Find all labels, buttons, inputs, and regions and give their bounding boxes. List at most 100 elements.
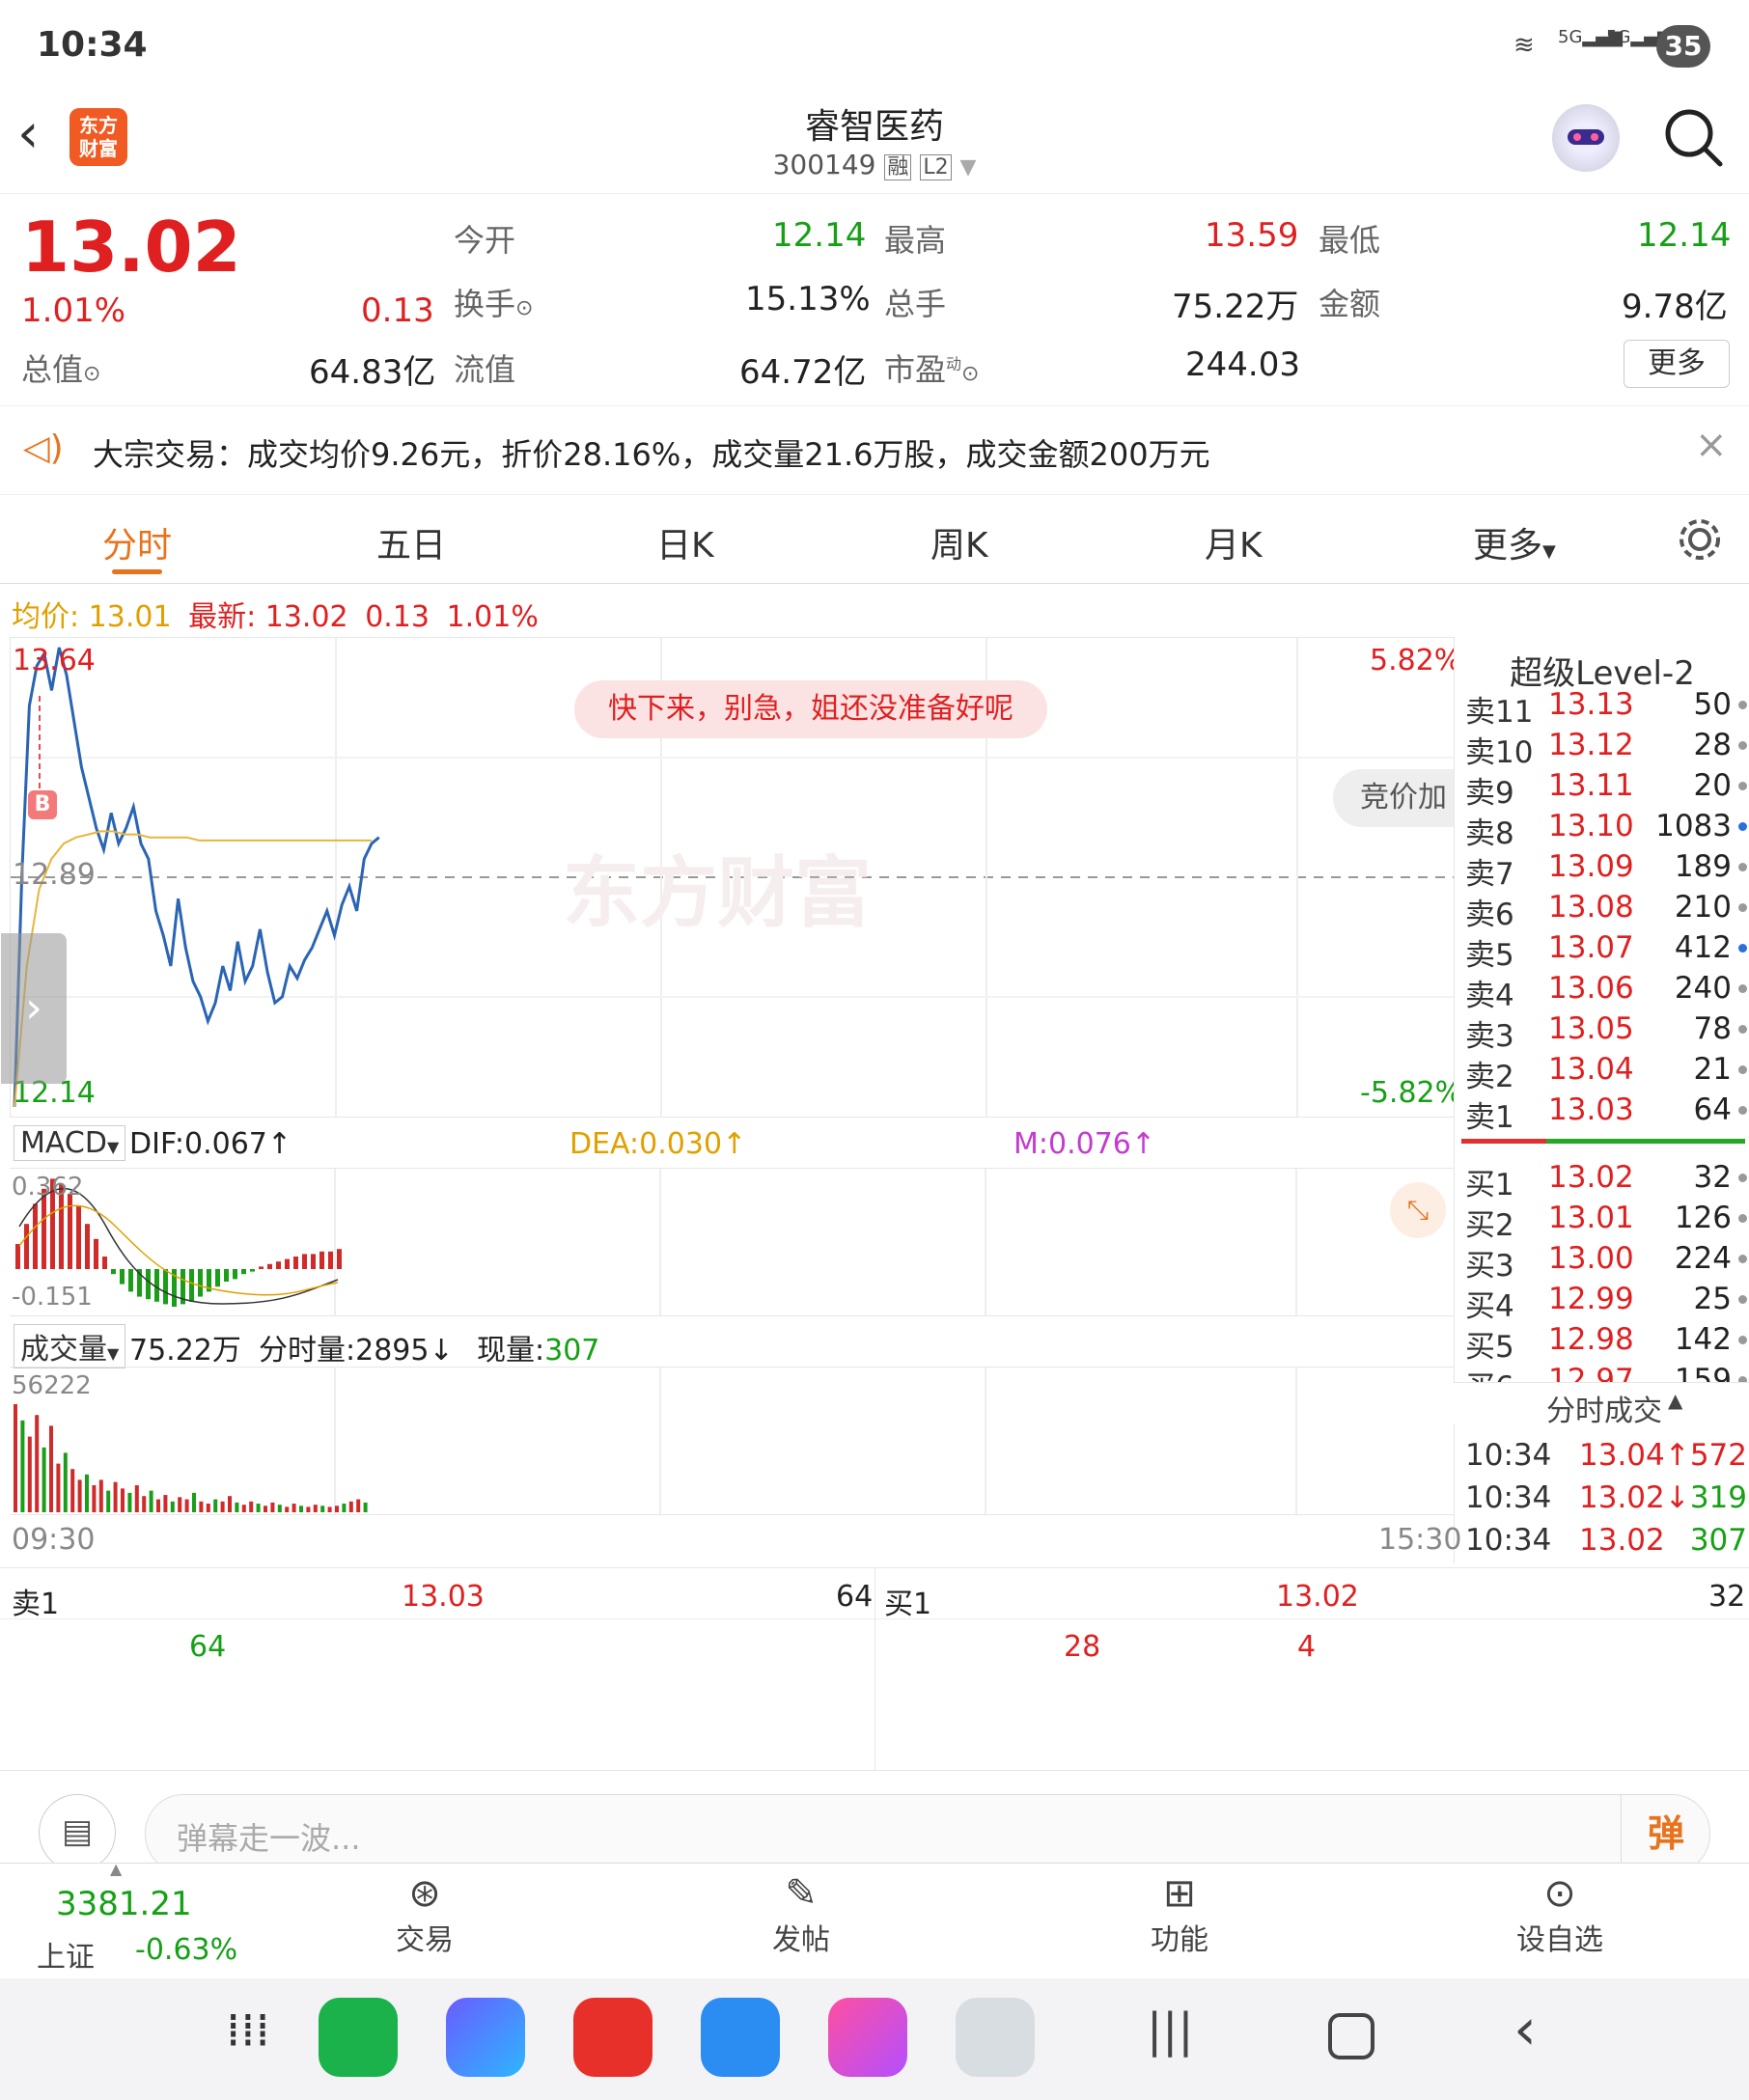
post-button[interactable]: ✎ 发帖 — [753, 1871, 849, 1958]
volume-bar — [270, 1502, 275, 1512]
volume-value: 75.22万 — [1172, 288, 1299, 326]
pe-label[interactable]: 市盈动⊙ — [884, 345, 979, 390]
macd-bar — [146, 1269, 151, 1300]
phone-app-icon[interactable] — [319, 1998, 398, 2077]
macd-bar — [224, 1269, 229, 1282]
latest-value: 13.02 — [264, 600, 348, 634]
browser-app-icon[interactable] — [446, 1998, 525, 2077]
ask-row[interactable]: 卖1 13.03 64 — [1463, 1092, 1749, 1135]
wifi-icon: ≋ — [1513, 31, 1535, 60]
volume-chart-svg — [14, 1368, 1297, 1514]
ask-level: 卖5 — [1465, 938, 1514, 973]
function-button[interactable]: ⊞ 功能 — [1131, 1871, 1228, 1958]
macd-bar — [233, 1269, 237, 1280]
notes-icon[interactable]: ▤ — [39, 1794, 116, 1871]
time-start: 09:30 — [12, 1523, 96, 1557]
settings-gear-icon[interactable] — [1676, 515, 1724, 564]
volume-bar — [256, 1504, 261, 1512]
trades-header[interactable]: 分时成交 ▲ — [1454, 1382, 1749, 1428]
trade-button[interactable]: ⊛ 交易 — [376, 1871, 473, 1958]
time-end: 15:30 — [1378, 1523, 1462, 1557]
gallery-app-icon[interactable] — [828, 1998, 907, 2077]
sell1-label: 卖1 — [12, 1588, 60, 1621]
bid-row[interactable]: 买2 13.01 126 — [1463, 1201, 1749, 1243]
auction-button[interactable]: 竞价加 — [1333, 769, 1455, 827]
trade-label: 交易 — [396, 1923, 454, 1957]
ask-row[interactable]: 卖8 13.10 1083 — [1463, 809, 1749, 851]
danmaku-toggle[interactable]: 弹 — [1621, 1795, 1710, 1872]
bid-row[interactable]: 买1 13.02 32 — [1463, 1160, 1749, 1202]
buy1-price: 13.02 — [1276, 1580, 1359, 1614]
ask-row[interactable]: 卖3 13.05 78 — [1463, 1011, 1749, 1054]
macd-bar — [293, 1257, 298, 1269]
tab-fenshi[interactable]: 分时 — [102, 517, 172, 567]
ask-row[interactable]: 卖4 13.06 240 — [1463, 971, 1749, 1013]
bid-ask-ratio-bar — [1461, 1139, 1745, 1144]
stock-name[interactable]: 睿智医药 — [0, 98, 1749, 149]
camera-app-icon[interactable] — [956, 1998, 1035, 2077]
ask-row[interactable]: 卖2 13.04 21 — [1463, 1052, 1749, 1094]
ask-flag-dot — [1738, 863, 1747, 871]
messages-app-icon[interactable] — [701, 1998, 780, 2077]
index-percent[interactable]: -0.63% — [135, 1933, 237, 1967]
index-value[interactable]: 3381.21 — [56, 1885, 192, 1923]
bid-price: 13.00 — [1548, 1241, 1634, 1276]
volume-bar — [292, 1504, 296, 1512]
volume-chart-area[interactable]: 56222 — [10, 1367, 1454, 1515]
tab-more[interactable]: 更多▼ — [1473, 517, 1556, 567]
add-favorite-button[interactable]: ⊙ 设自选 — [1502, 1871, 1618, 1958]
favorite-label: 设自选 — [1516, 1923, 1603, 1957]
volume-bar — [178, 1497, 182, 1512]
ask-row[interactable]: 卖6 13.08 210 — [1463, 890, 1749, 932]
app-drawer-icon[interactable]: ⁞⁞⁞ — [226, 2003, 270, 2058]
macd-bar — [302, 1254, 307, 1269]
ask-row[interactable]: 卖10 13.12 28 — [1463, 728, 1749, 770]
time-axis: 09:30 15:30 — [10, 1513, 1461, 1567]
expand-side-arrow-icon[interactable]: › — [1, 933, 67, 1084]
float-label: 流值 — [454, 351, 516, 388]
macd-selector[interactable]: MACD▼ — [14, 1125, 126, 1161]
volume-bar — [49, 1425, 53, 1512]
tab-week-k[interactable]: 周K — [930, 517, 988, 567]
recent-apps-icon[interactable]: ||| — [1147, 2003, 1194, 2058]
bid-row[interactable]: 买3 13.00 224 — [1463, 1241, 1749, 1284]
bid-row[interactable]: 买4 12.99 25 — [1463, 1282, 1749, 1324]
macd-bar — [328, 1251, 333, 1269]
stock-code-row[interactable]: 300149 融 L2 ▼ — [0, 149, 1749, 180]
trades-title: 分时成交 — [1546, 1395, 1662, 1428]
close-icon[interactable]: × — [1695, 423, 1728, 467]
ask-row[interactable]: 卖11 13.13 50 — [1463, 687, 1749, 730]
macd-chart-area[interactable]: 0.362 -0.151 ⤡ — [10, 1168, 1454, 1316]
price-chart-area[interactable]: 东方财富 13.64 12.89 12.14 5.82% -5.82% 快下来，… — [1, 637, 1462, 1118]
notice-bar[interactable]: ◁) 大宗交易：成交均价9.26元，折价28.16%，成交量21.6万股，成交金… — [0, 405, 1749, 495]
search-icon[interactable] — [1662, 106, 1726, 170]
index-name[interactable]: 上证 — [37, 1933, 95, 1976]
bid-row[interactable]: 买5 12.98 142 — [1463, 1322, 1749, 1365]
stock-code: 300149 — [772, 149, 876, 180]
buy-marker-badge[interactable]: B — [28, 790, 57, 819]
latest-label: 最新: — [188, 600, 257, 634]
volume-fenshi: 分时量:2895↓ — [259, 1334, 454, 1368]
ask-row[interactable]: 卖9 13.11 20 — [1463, 768, 1749, 811]
notes-app-icon[interactable] — [573, 1998, 652, 2077]
turnover-label[interactable]: 换手⊙ — [454, 280, 533, 324]
back-nav-icon[interactable]: ‹ — [1513, 1996, 1537, 2063]
info-icon: ⊙ — [515, 296, 534, 320]
robot-avatar-icon[interactable] — [1552, 104, 1620, 172]
trade-row: 10:34 13.04↑ 572 — [1463, 1438, 1749, 1478]
ask-row[interactable]: 卖7 13.09 189 — [1463, 849, 1749, 892]
mktcap-label[interactable]: 总值⊙ — [21, 345, 100, 390]
tab-five-day[interactable]: 五日 — [376, 517, 446, 567]
volume-bar — [121, 1488, 125, 1512]
tab-day-k[interactable]: 日K — [656, 517, 714, 567]
fullscreen-expand-icon[interactable]: ⤡ — [1390, 1182, 1446, 1238]
home-icon[interactable] — [1328, 2013, 1374, 2059]
ask-qty: 78 — [1693, 1011, 1732, 1046]
comment-input[interactable]: 弹幕走一波... 弹 — [145, 1794, 1710, 1873]
volume-bar — [149, 1490, 153, 1512]
collapse-up-icon: ▲ — [1668, 1389, 1683, 1412]
ask-row[interactable]: 卖5 13.07 412 — [1463, 930, 1749, 973]
tab-month-k[interactable]: 月K — [1205, 517, 1263, 567]
volume-selector[interactable]: 成交量▼ — [14, 1324, 126, 1368]
more-button[interactable]: 更多 — [1624, 340, 1730, 388]
